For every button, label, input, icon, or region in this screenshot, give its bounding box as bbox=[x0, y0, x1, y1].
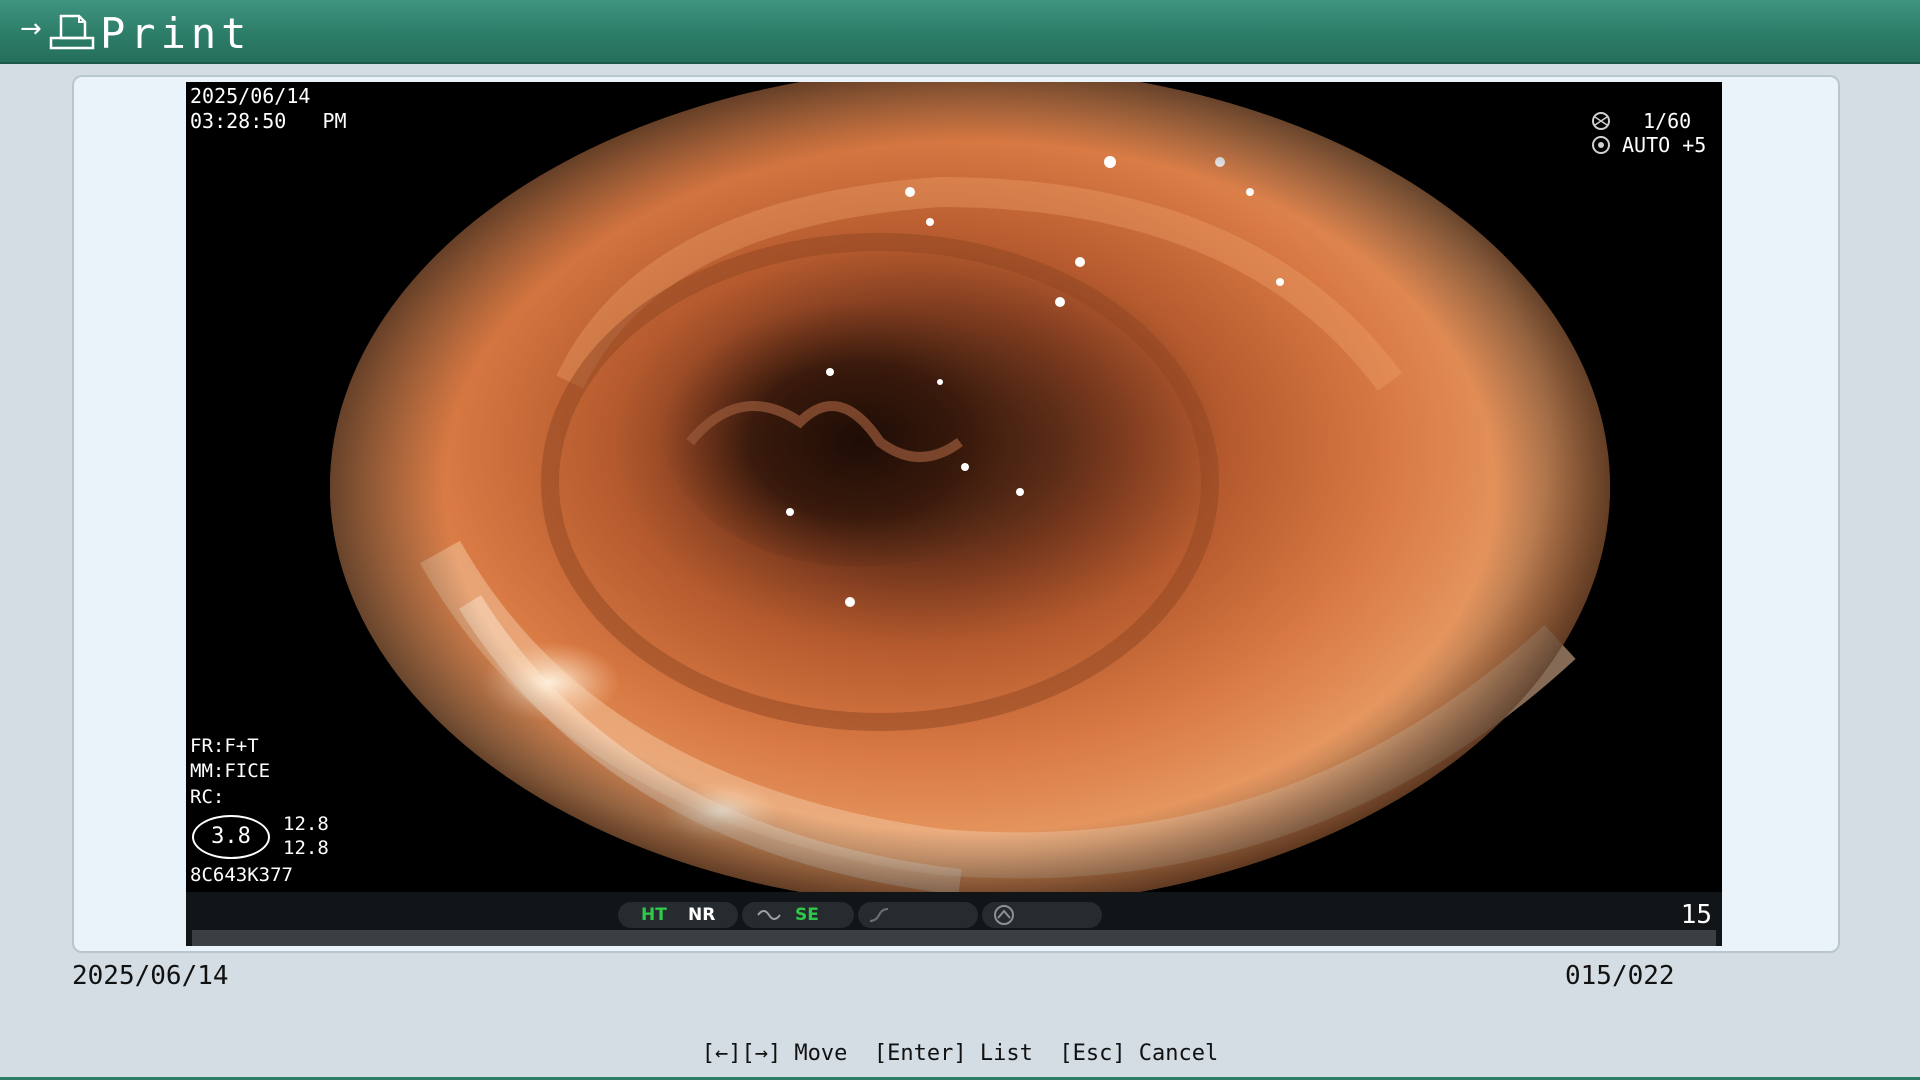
iris-mode: AUTO +5 bbox=[1622, 133, 1707, 157]
footer-date: 2025/06/14 bbox=[72, 961, 229, 991]
value-a: 12.8 bbox=[283, 813, 329, 835]
image-page-number: 15 bbox=[1680, 900, 1712, 930]
ht-indicator: HT bbox=[641, 905, 667, 925]
ht-nr-slot bbox=[618, 902, 738, 928]
image-time: 03:28:50 PM bbox=[190, 109, 347, 133]
enhance-icon bbox=[757, 910, 781, 920]
mode-icon bbox=[994, 905, 1014, 925]
nr-indicator: NR bbox=[688, 905, 716, 925]
scope-id: 8C643K377 bbox=[190, 864, 293, 886]
arrow-icon: → bbox=[20, 14, 42, 44]
circled-value: 3.8 bbox=[192, 815, 270, 859]
iris-icon bbox=[1592, 136, 1610, 154]
status-bar: HT NR SE 15 bbox=[186, 892, 1722, 946]
page-title: Print bbox=[100, 9, 252, 58]
status-strip bbox=[192, 930, 1716, 946]
shutter-speed: 1/60 bbox=[1643, 109, 1692, 133]
mm-setting: MM:FICE bbox=[190, 760, 271, 782]
image-date: 2025/06/14 bbox=[190, 84, 311, 108]
endoscopic-view bbox=[330, 82, 1610, 892]
fr-setting: FR:F+T bbox=[190, 735, 259, 757]
se-indicator: SE bbox=[795, 905, 819, 925]
title-bar: → Print bbox=[0, 0, 1920, 64]
image-counter: 015/022 bbox=[1565, 961, 1675, 991]
edge-icon bbox=[869, 908, 889, 922]
keyboard-hints: [←][→] Move [Enter] List [Esc] Cancel bbox=[701, 1041, 1219, 1066]
endoscope-image: 2025/06/14 03:28:50 PM 1/60 AUTO +5 FR:F… bbox=[186, 82, 1722, 946]
value-b: 12.8 bbox=[283, 837, 329, 859]
rc-setting: RC: bbox=[190, 786, 225, 808]
print-document-icon bbox=[49, 14, 95, 50]
shutter-icon bbox=[1592, 112, 1610, 130]
